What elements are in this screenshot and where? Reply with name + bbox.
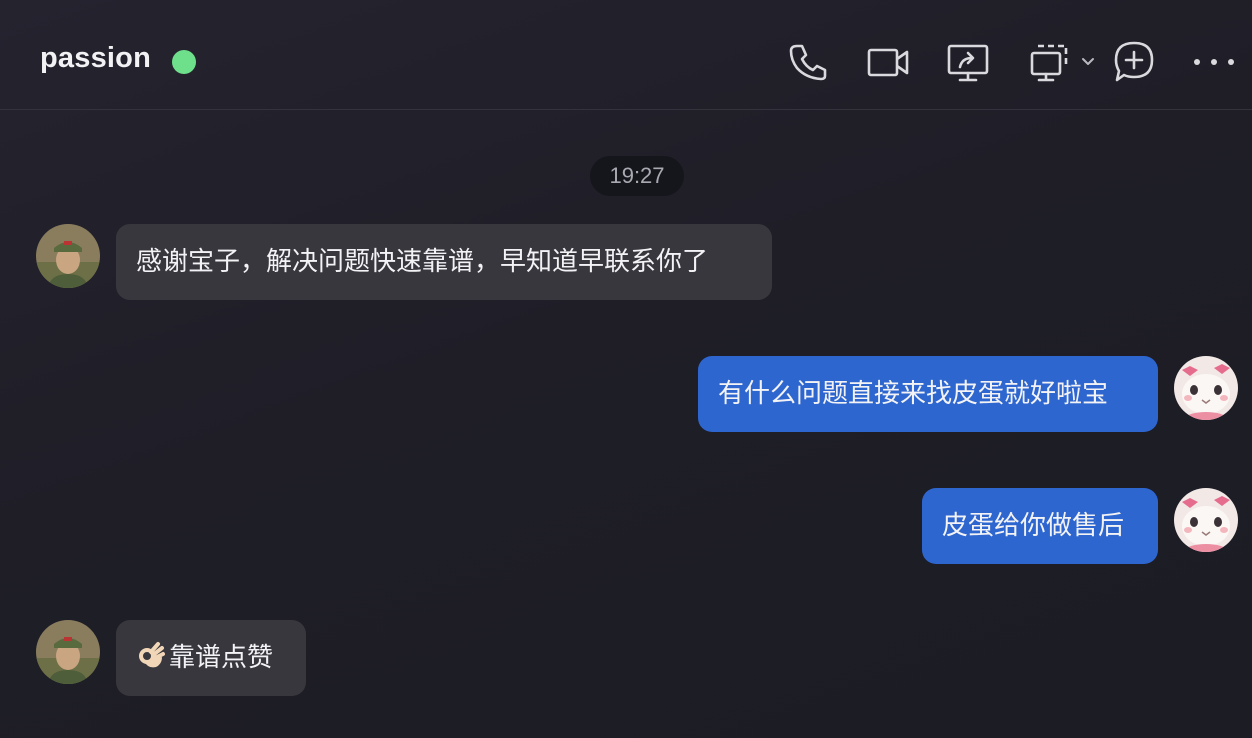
- ok-hand-emoji-icon: [139, 642, 165, 668]
- message-text: 有什么问题直接来找皮蛋就好啦宝: [718, 379, 1109, 409]
- outgoing-message-bubble[interactable]: 皮蛋给你做售后: [922, 488, 1158, 564]
- contact-name[interactable]: passion: [40, 42, 151, 75]
- screen-share-icon: [947, 44, 989, 82]
- hamster-avatar[interactable]: [1174, 488, 1238, 552]
- soldier-avatar[interactable]: [36, 224, 100, 288]
- message-text: 感谢宝子，解决问题快速靠谱，早知道早联系你了: [136, 247, 709, 277]
- message-text: 皮蛋给你做售后: [942, 511, 1125, 541]
- message-timestamp: 19:27: [590, 156, 684, 196]
- hamster-avatar[interactable]: [1174, 356, 1238, 420]
- more-options-button[interactable]: [1192, 40, 1236, 84]
- add-chat-button[interactable]: [1112, 40, 1156, 84]
- phone-icon: [789, 44, 827, 81]
- online-status-indicator: [172, 50, 196, 74]
- message-text: 靠谱点赞: [169, 643, 274, 673]
- phone-call-button[interactable]: [786, 40, 830, 84]
- incoming-message-bubble[interactable]: 感谢宝子，解决问题快速靠谱，早知道早联系你了: [116, 224, 772, 300]
- incoming-message-bubble[interactable]: 靠谱点赞: [116, 620, 306, 696]
- chat-header: passion: [0, 0, 1252, 110]
- more-icon: [1194, 59, 1234, 65]
- add-chat-icon: [1114, 41, 1154, 82]
- screen-share-button[interactable]: [946, 40, 990, 84]
- video-call-button[interactable]: [866, 40, 910, 84]
- video-camera-icon: [867, 48, 909, 77]
- soldier-avatar[interactable]: [36, 620, 100, 684]
- multi-screen-icon: [1030, 44, 1094, 82]
- multi-screen-dropdown-button[interactable]: [1028, 40, 1098, 84]
- outgoing-message-bubble[interactable]: 有什么问题直接来找皮蛋就好啦宝: [698, 356, 1158, 432]
